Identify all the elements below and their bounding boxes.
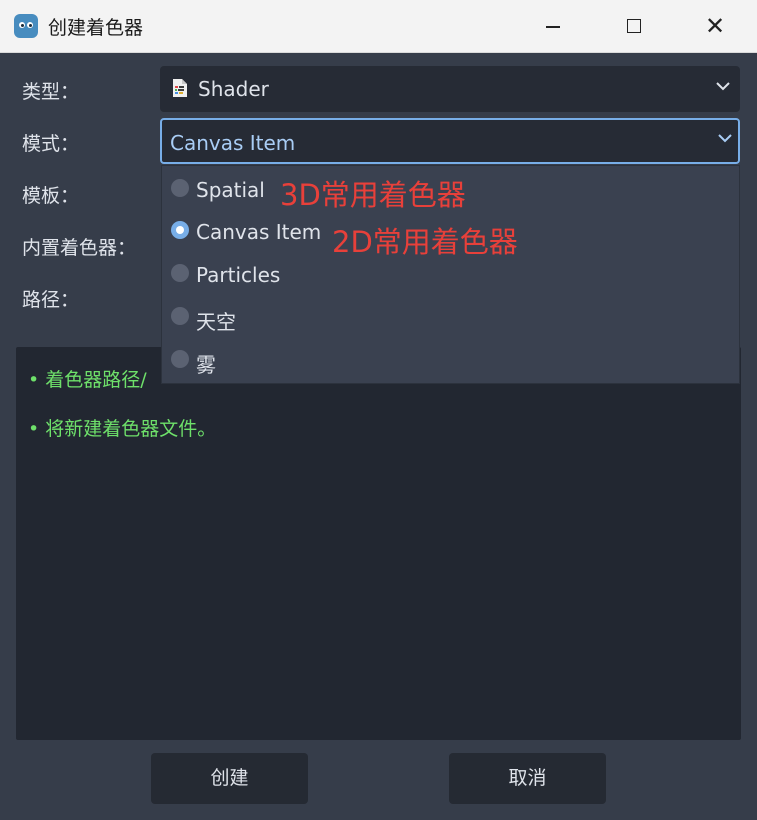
shader-file-icon [173,79,187,97]
builtin-shader-label: 内置着色器： [22,237,137,259]
radio-icon [171,221,189,239]
template-label: 模板： [22,185,80,207]
option-label: Particles [196,263,281,287]
info-panel: • 着色器路径/ • 将新建着色器文件。 [16,347,741,740]
dropdown-option-fog[interactable]: 雾 [162,340,739,382]
annotation-3d: 3D常用着色器 [280,178,466,212]
mode-select[interactable]: Canvas Item [160,118,740,164]
option-label: Spatial [196,178,265,202]
info-line: • 将新建着色器文件。 [28,418,217,440]
godot-app-icon [14,14,38,38]
chevron-down-icon [716,82,730,91]
dropdown-option-sky[interactable]: 天空 [162,297,739,339]
close-icon: ✕ [704,12,726,40]
mode-label: 模式： [22,133,80,155]
mode-value: Canvas Item [170,131,296,155]
type-select[interactable]: Shader [160,66,740,112]
option-label: 天空 [196,310,236,334]
title-bar: 创建着色器 ✕ [0,0,757,53]
window-title: 创建着色器 [48,17,144,39]
radio-icon [171,264,189,282]
path-label: 路径： [22,289,80,311]
radio-icon [171,307,189,325]
option-label: 雾 [196,353,216,377]
annotation-2d: 2D常用着色器 [332,225,518,259]
type-value: Shader [198,77,269,101]
chevron-down-icon [718,134,732,143]
cancel-button[interactable]: 取消 [449,753,606,804]
option-label: Canvas Item [196,220,322,244]
create-button[interactable]: 创建 [151,753,308,804]
radio-icon [171,179,189,197]
radio-icon [171,350,189,368]
info-line: • 着色器路径/ [28,369,147,391]
type-label: 类型： [22,81,80,103]
maximize-button[interactable] [610,8,656,44]
close-button[interactable]: ✕ [692,8,738,44]
minimize-button[interactable] [530,8,576,44]
